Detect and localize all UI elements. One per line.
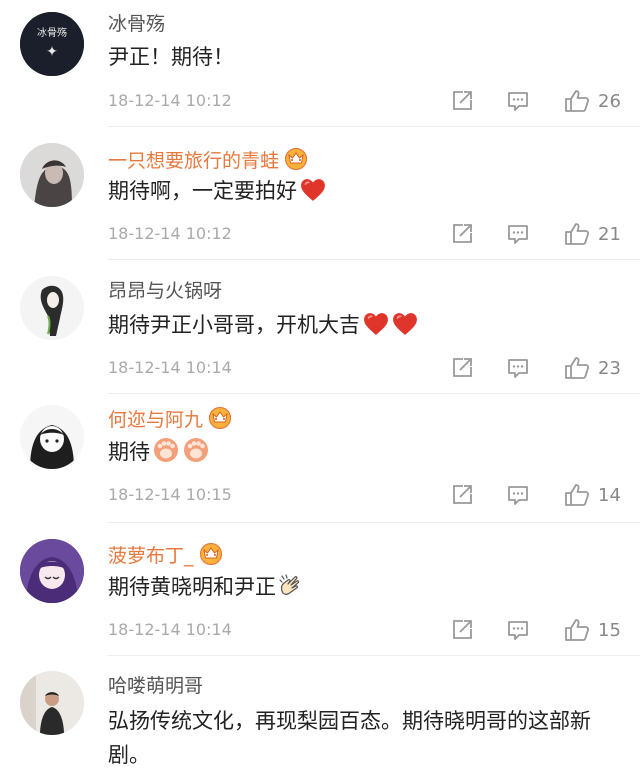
divider (108, 655, 640, 656)
avatar[interactable] (20, 671, 84, 735)
svg-text:✦: ✦ (46, 44, 58, 60)
like-count: 14 (598, 484, 621, 506)
username[interactable]: 菠萝布丁_ (108, 541, 224, 568)
hand-emoji-icon (278, 573, 304, 599)
paw-emoji-icon (182, 436, 210, 464)
heart-emoji-icon (392, 312, 418, 336)
comment-text: 期待黄晓明和尹正 (108, 570, 620, 604)
vip-crown-icon (207, 405, 233, 429)
username-text: 一只想要旅行的青蛙 (108, 150, 280, 172)
avatar[interactable] (20, 143, 84, 207)
vip-crown-icon (283, 146, 309, 170)
divider (108, 522, 640, 523)
comment-text-content: 期待啊，一定要拍好 (108, 179, 297, 203)
avatar-image (20, 671, 84, 735)
share-button[interactable] (450, 482, 474, 508)
username[interactable]: 昂昂与火锅呀 (108, 279, 222, 303)
avatar-image: 冰骨殇 ✦ (20, 12, 84, 76)
comment-meta: 18-12-14 10:12 21 (108, 221, 622, 247)
like-count: 15 (598, 619, 621, 641)
thumbs-up-icon (564, 222, 590, 246)
comment-meta: 18-12-14 10:12 26 (108, 88, 622, 114)
comment-text: 期待啊，一定要拍好 (108, 174, 620, 208)
heart-emoji-icon (300, 178, 326, 202)
username[interactable]: 何迩与阿九 (108, 405, 233, 432)
comment-meta: 18-12-14 10:14 23 (108, 355, 622, 381)
username[interactable]: 哈喽萌明哥 (108, 674, 203, 698)
comment-text: 期待尹正小哥哥，开机大吉 (108, 308, 620, 342)
like-button[interactable]: 21 (564, 221, 621, 247)
username[interactable]: 冰骨殇 (108, 12, 165, 36)
comment-text: 尹正！期待！ (108, 40, 620, 74)
comment-text-content: 期待 (108, 440, 150, 464)
comment-text-content: 尹正！期待！ (108, 45, 234, 69)
comment-icon (506, 356, 530, 380)
comment-time: 18-12-14 10:12 (108, 224, 232, 243)
share-icon (450, 618, 474, 642)
like-button[interactable]: 26 (564, 88, 621, 114)
thumbs-up-icon (564, 89, 590, 113)
reply-button[interactable] (506, 221, 530, 247)
avatar[interactable] (20, 539, 84, 603)
username[interactable]: 一只想要旅行的青蛙 (108, 146, 309, 173)
comment-text-content: 期待黄晓明和尹正 (108, 575, 276, 599)
avatar[interactable]: 冰骨殇 ✦ (20, 12, 84, 76)
share-button[interactable] (450, 88, 474, 114)
like-button[interactable]: 15 (564, 617, 621, 643)
share-icon (450, 483, 474, 507)
comment-meta: 18-12-14 10:14 15 (108, 617, 622, 643)
comment-text-content: 弘扬传统文化，再现梨园百态。期待晓明哥的这部新剧。 (108, 709, 591, 767)
thumbs-up-icon (564, 618, 590, 642)
avatar[interactable] (20, 405, 84, 469)
share-icon (450, 356, 474, 380)
thumbs-up-icon (564, 356, 590, 380)
like-button[interactable]: 23 (564, 355, 621, 381)
comment-icon (506, 483, 530, 507)
thumbs-up-icon (564, 483, 590, 507)
comment-text-content: 期待尹正小哥哥，开机大吉 (108, 313, 360, 337)
comment-text: 弘扬传统文化，再现梨园百态。期待晓明哥的这部新剧。 (108, 704, 620, 772)
comment-icon (506, 618, 530, 642)
reply-button[interactable] (506, 88, 530, 114)
share-icon (450, 89, 474, 113)
share-button[interactable] (450, 221, 474, 247)
share-icon (450, 222, 474, 246)
comment-meta: 18-12-14 10:15 14 (108, 482, 622, 508)
comment-text: 期待 (108, 435, 620, 469)
comment-time: 18-12-14 10:14 (108, 358, 232, 377)
avatar-image (20, 143, 84, 207)
avatar-image (20, 539, 84, 603)
avatar[interactable] (20, 276, 84, 340)
reply-button[interactable] (506, 355, 530, 381)
share-button[interactable] (450, 355, 474, 381)
like-button[interactable]: 14 (564, 482, 621, 508)
avatar-image (20, 405, 84, 469)
comment-time: 18-12-14 10:12 (108, 91, 232, 110)
like-count: 23 (598, 357, 621, 379)
like-count: 21 (598, 223, 621, 245)
comment-time: 18-12-14 10:14 (108, 620, 232, 639)
avatar-image (20, 276, 84, 340)
username-text: 何迩与阿九 (108, 409, 204, 431)
reply-button[interactable] (506, 482, 530, 508)
avatar-text-line1: 冰骨殇 (37, 26, 67, 39)
share-button[interactable] (450, 617, 474, 643)
comment-icon (506, 222, 530, 246)
divider (108, 393, 640, 394)
divider (108, 259, 640, 260)
like-count: 26 (598, 90, 621, 112)
comment-icon (506, 89, 530, 113)
heart-emoji-icon (363, 312, 389, 336)
divider (108, 126, 640, 127)
username-text: 菠萝布丁_ (108, 545, 194, 567)
comment-time: 18-12-14 10:15 (108, 485, 232, 504)
reply-button[interactable] (506, 617, 530, 643)
paw-emoji-icon (152, 436, 180, 464)
vip-crown-icon (198, 541, 224, 565)
